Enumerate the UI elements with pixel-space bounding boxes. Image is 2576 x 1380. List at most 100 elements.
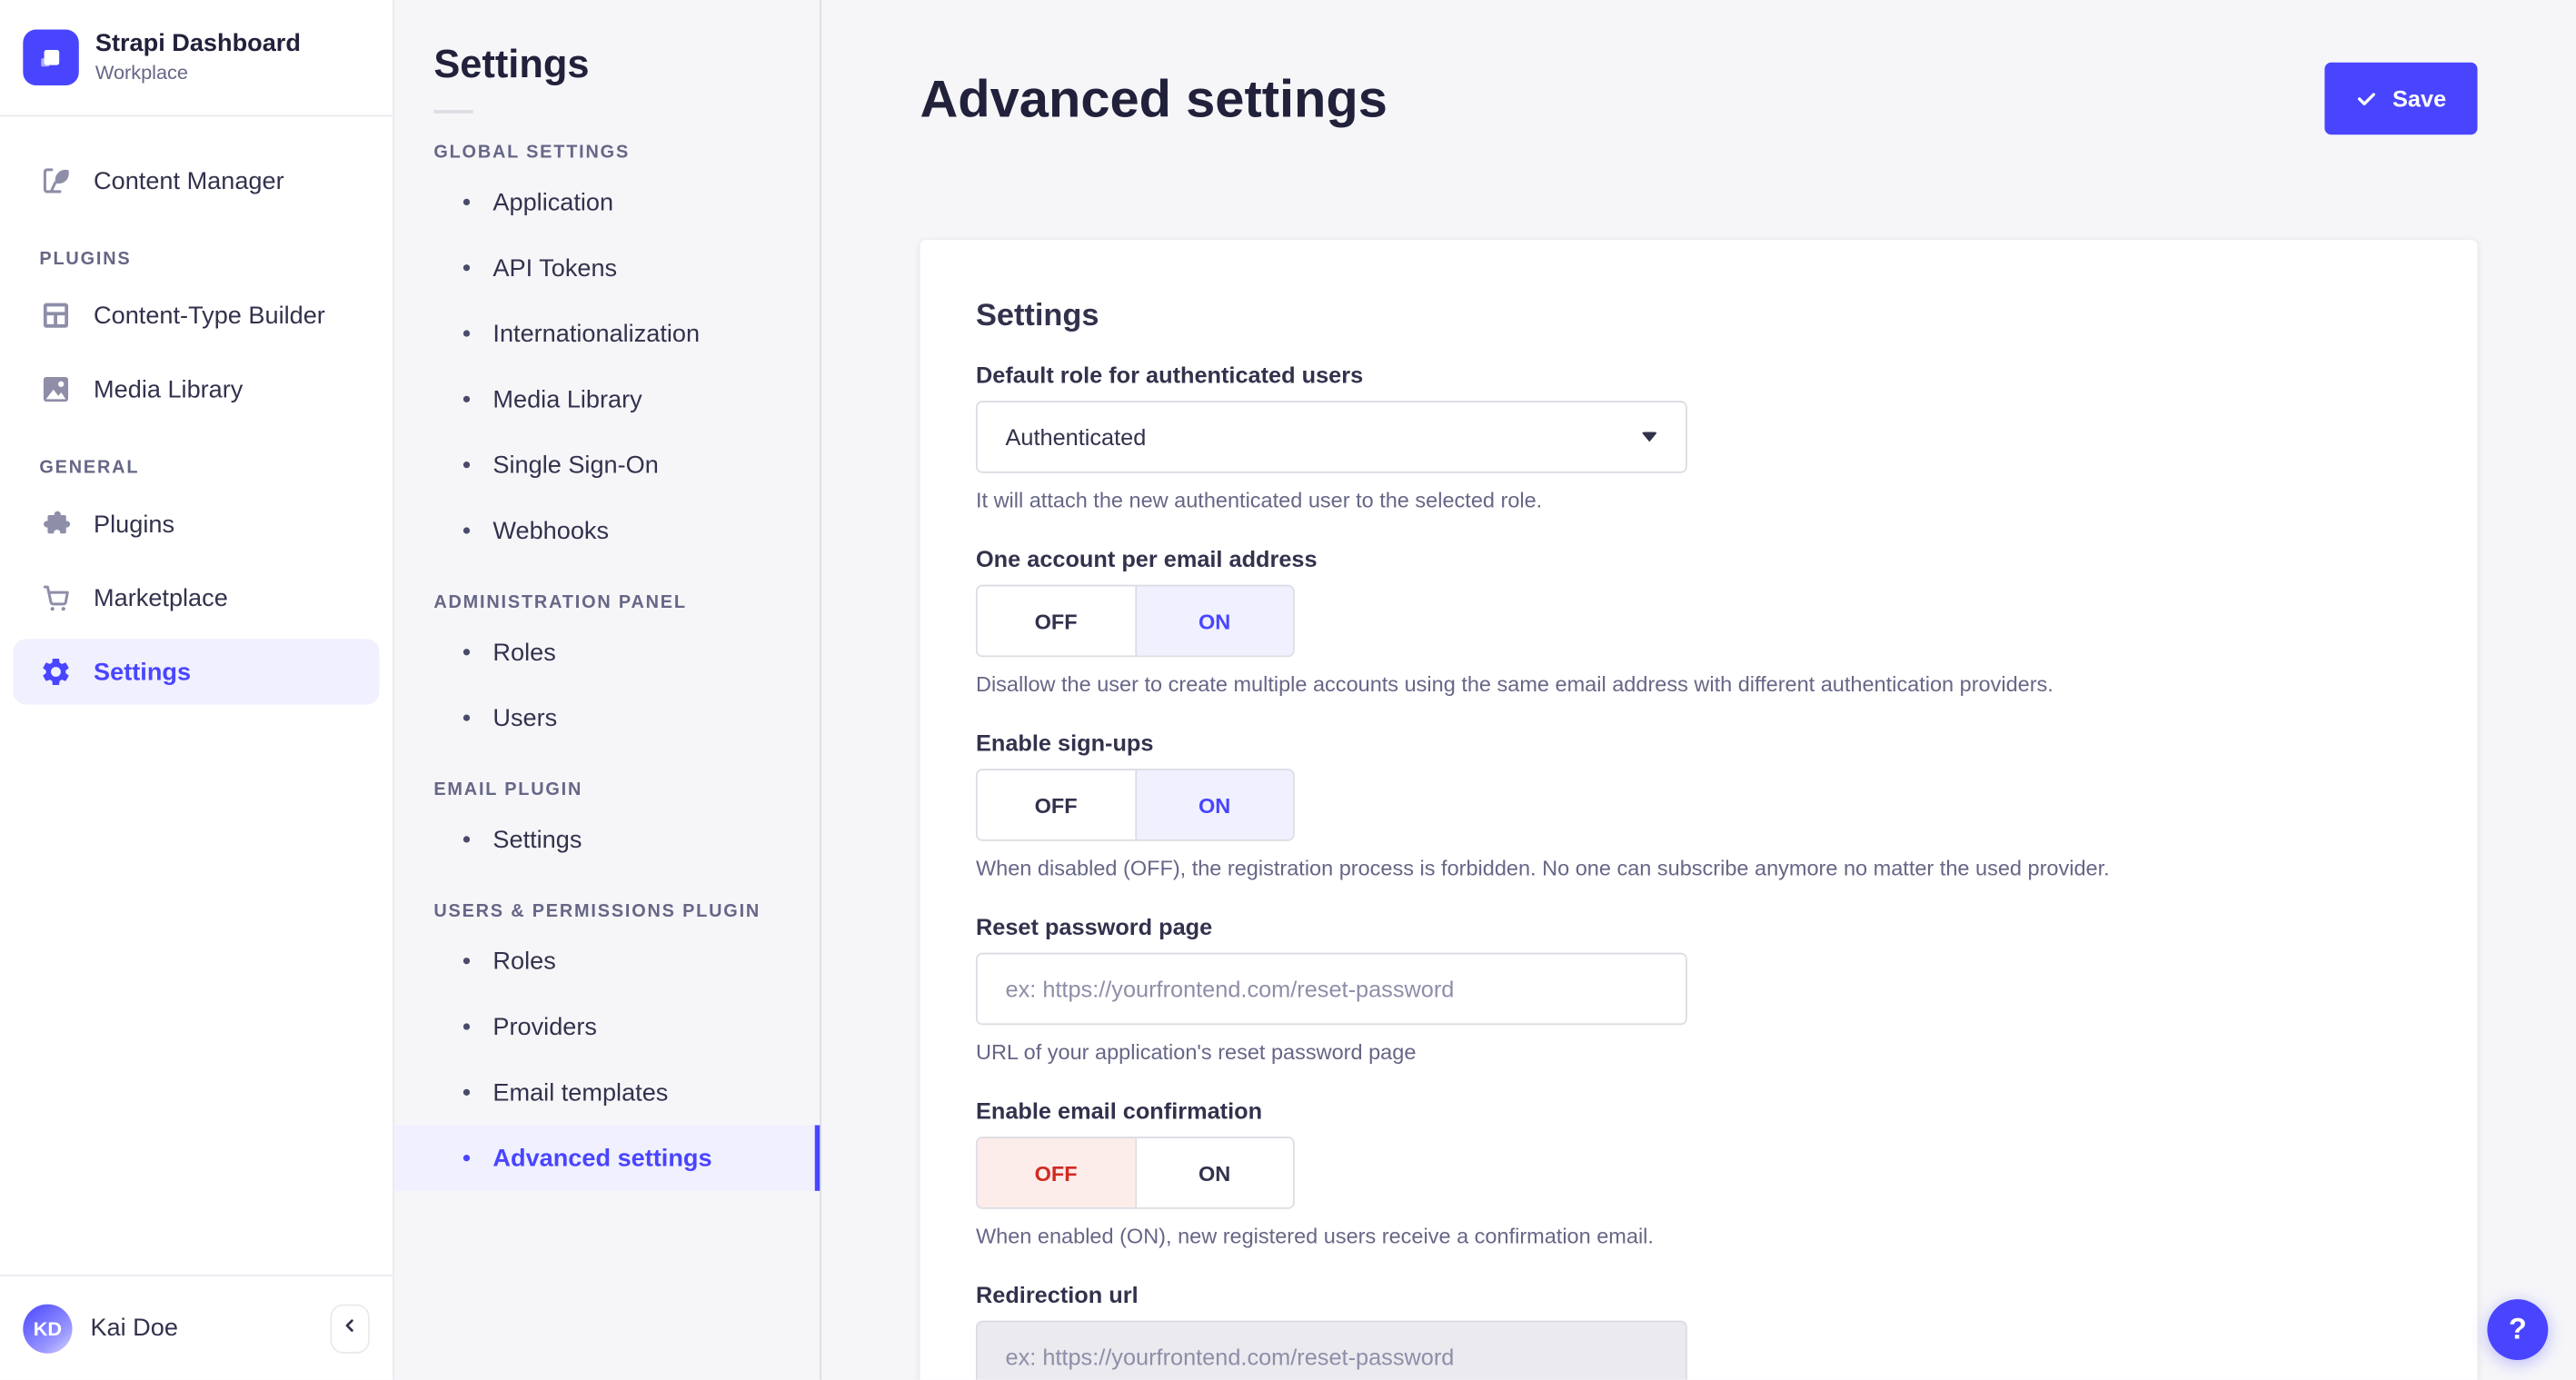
- card-heading: Settings: [975, 299, 1099, 334]
- bullet-icon: [462, 958, 471, 965]
- redirection-url-input: [975, 1320, 1687, 1380]
- subnav-section-title: ADMINISTRATION PANEL: [433, 592, 687, 613]
- settings-subnav: Settings GLOBAL SETTINGS Application API…: [393, 0, 822, 1380]
- reset-password-page-input[interactable]: [975, 952, 1687, 1026]
- subnav-section-title: USERS & PERMISSIONS PLUGIN: [433, 901, 761, 922]
- subnav-item-label: Application: [492, 188, 614, 216]
- sidebar-section-plugins: PLUGINS: [39, 249, 132, 270]
- toggle-on-option[interactable]: ON: [1134, 1137, 1293, 1207]
- sidebar-user-footer: KD Kai Doe: [0, 1275, 393, 1380]
- sidebar-item-content-type-builder[interactable]: Content-Type Builder: [13, 283, 379, 348]
- subnav-item-media-library[interactable]: Media Library: [394, 366, 820, 432]
- field-hint: When enabled (ON), new registered users …: [975, 1223, 1654, 1249]
- bullet-icon: [462, 836, 471, 843]
- bullet-icon: [462, 264, 471, 272]
- primary-nav-list: Content Manager PLUGINS Content-Type Bui…: [0, 116, 393, 1275]
- subnav-section-users-permissions-plugin: USERS & PERMISSIONS PLUGIN Roles Provide…: [393, 901, 821, 1191]
- subnav-item-internationalization[interactable]: Internationalization: [394, 301, 820, 366]
- subnav-item-up-roles[interactable]: Roles: [394, 928, 820, 994]
- sidebar-item-label: Settings: [94, 658, 192, 686]
- check-icon: [2356, 88, 2378, 110]
- field-enable-email-confirmation: Enable email confirmation OFF ON When en…: [975, 1097, 2422, 1249]
- main-content: Advanced settings Save Settings Default …: [821, 0, 2576, 1380]
- save-button[interactable]: Save: [2324, 62, 2478, 135]
- subnav-item-admin-users[interactable]: Users: [394, 685, 820, 750]
- bullet-icon: [462, 395, 471, 402]
- subnav-item-label: Roles: [492, 947, 556, 976]
- subnav-item-application[interactable]: Application: [394, 169, 820, 234]
- subnav-item-api-tokens[interactable]: API Tokens: [394, 235, 820, 301]
- one-account-per-email-toggle: OFF ON: [975, 584, 1295, 658]
- subnav-item-single-sign-on[interactable]: Single Sign-On: [394, 432, 820, 498]
- subnav-item-label: Webhooks: [492, 516, 610, 545]
- enable-sign-ups-toggle: OFF ON: [975, 769, 1295, 841]
- field-label: Enable sign-ups: [975, 729, 1154, 756]
- subnav-item-label: Single Sign-On: [492, 451, 659, 480]
- subnav-item-email-templates[interactable]: Email templates: [394, 1059, 820, 1125]
- subnav-section-administration-panel: ADMINISTRATION PANEL Roles Users: [394, 593, 820, 751]
- toggle-off-option[interactable]: OFF: [977, 769, 1135, 839]
- sidebar-item-label: Media Library: [94, 375, 244, 403]
- media-library-icon: [39, 372, 72, 405]
- subnav-item-webhooks[interactable]: Webhooks: [394, 498, 820, 563]
- enable-email-confirmation-toggle: OFF ON: [975, 1137, 1295, 1209]
- settings-subnav-divider: [433, 110, 473, 114]
- chevron-left-icon: [340, 1314, 360, 1344]
- subnav-item-label: Media Library: [492, 384, 642, 413]
- marketplace-cart-icon: [39, 581, 72, 614]
- strapi-logo-icon: [23, 29, 79, 86]
- subnav-item-label: Advanced settings: [492, 1144, 712, 1173]
- subnav-item-email-settings[interactable]: Settings: [394, 807, 820, 872]
- field-default-role: Default role for authenticated users Aut…: [975, 362, 2422, 512]
- brand-name: Strapi Dashboard: [94, 29, 301, 58]
- bullet-icon: [462, 330, 471, 337]
- collapse-sidebar-button[interactable]: [330, 1303, 370, 1353]
- bullet-icon: [462, 527, 471, 534]
- bullet-icon: [462, 1023, 471, 1030]
- content-manager-icon: [39, 164, 72, 197]
- settings-card: Settings Default role for authenticated …: [920, 239, 2478, 1380]
- sidebar-item-media-library[interactable]: Media Library: [13, 356, 379, 422]
- sidebar-item-plugins[interactable]: Plugins: [13, 491, 379, 557]
- page-header: Advanced settings Save: [920, 0, 2478, 135]
- workspace-switcher[interactable]: Strapi Dashboard Workplace: [0, 0, 393, 115]
- plugins-puzzle-icon: [39, 508, 72, 541]
- help-button[interactable]: ?: [2487, 1299, 2549, 1361]
- field-one-account-per-email: One account per email address OFF ON Dis…: [975, 545, 2422, 697]
- toggle-on-option[interactable]: ON: [1134, 769, 1293, 839]
- sidebar-item-label: Content Manager: [94, 166, 284, 195]
- bullet-icon: [462, 462, 471, 469]
- page-title: Advanced settings: [920, 68, 1387, 129]
- sidebar-item-settings[interactable]: Settings: [13, 639, 380, 705]
- content-type-builder-icon: [39, 299, 72, 332]
- primary-sidebar: Strapi Dashboard Workplace Content Manag…: [0, 0, 394, 1380]
- subnav-item-admin-roles[interactable]: Roles: [394, 620, 820, 685]
- subnav-section-title: GLOBAL SETTINGS: [433, 143, 631, 163]
- subnav-item-advanced-settings[interactable]: Advanced settings: [393, 1125, 821, 1191]
- field-label: One account per email address: [975, 545, 1318, 572]
- sidebar-section-general: GENERAL: [39, 458, 140, 479]
- toggle-off-option[interactable]: OFF: [977, 1137, 1135, 1207]
- save-button-label: Save: [2392, 85, 2447, 112]
- toggle-on-option[interactable]: ON: [1134, 586, 1293, 656]
- settings-gear-icon: [39, 655, 72, 688]
- user-name: Kai Doe: [90, 1314, 178, 1343]
- toggle-off-option[interactable]: OFF: [977, 586, 1135, 656]
- bullet-icon: [462, 714, 471, 721]
- sidebar-item-label: Content-Type Builder: [94, 301, 325, 330]
- field-reset-password-page: Reset password page URL of your applicat…: [975, 913, 2422, 1065]
- subnav-item-label: Providers: [492, 1012, 597, 1041]
- settings-subnav-title: Settings: [433, 43, 590, 87]
- bullet-icon: [462, 649, 471, 656]
- subnav-item-label: Users: [492, 703, 558, 732]
- sidebar-item-content-manager[interactable]: Content Manager: [13, 148, 379, 213]
- subnav-item-label: API Tokens: [492, 253, 618, 283]
- default-role-select[interactable]: Authenticated: [975, 401, 1687, 473]
- sidebar-item-marketplace[interactable]: Marketplace: [13, 565, 379, 630]
- subnav-section-global-settings: GLOBAL SETTINGS Application API Tokens I…: [394, 143, 820, 563]
- brand-text: Strapi Dashboard Workplace: [95, 30, 301, 85]
- subnav-item-label: Settings: [492, 825, 582, 854]
- subnav-section-title: EMAIL PLUGIN: [433, 779, 583, 800]
- subnav-item-providers[interactable]: Providers: [394, 994, 820, 1059]
- field-label: Enable email confirmation: [975, 1097, 1263, 1124]
